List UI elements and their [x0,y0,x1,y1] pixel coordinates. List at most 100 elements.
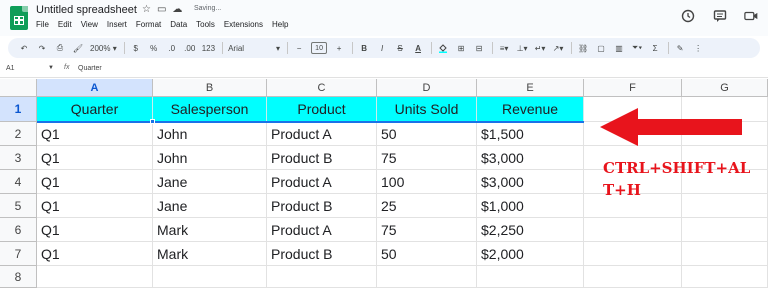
data-cell[interactable]: Q1 [37,122,153,146]
zoom-select[interactable]: 200% ▾ [90,40,117,56]
menu-view[interactable]: View [81,20,98,29]
data-cell[interactable]: Product A [267,218,377,242]
column-header-b[interactable]: B [153,79,267,97]
data-cell[interactable]: Mark [153,218,267,242]
row-header-5[interactable]: 5 [0,194,37,218]
print-icon[interactable]: ⎙ [54,40,66,56]
menu-format[interactable]: Format [136,20,161,29]
data-cell[interactable]: $1,500 [477,122,584,146]
meet-icon[interactable] [744,8,760,24]
borders-icon[interactable]: ⊞ [455,40,467,56]
header-cell[interactable]: Revenue [477,97,584,122]
text-rotation-icon[interactable]: ↗▾ [552,40,564,56]
insert-link-icon[interactable]: ⛓ [577,40,589,56]
data-cell[interactable]: Product B [267,242,377,266]
empty-cell[interactable] [682,218,768,242]
menu-edit[interactable]: Edit [58,20,72,29]
column-header-c[interactable]: C [267,79,377,97]
insert-comment-icon[interactable]: ▢ [595,40,607,56]
header-cell[interactable]: Quarter [37,97,153,122]
sheets-logo-icon[interactable] [10,6,28,30]
document-title[interactable]: Untitled spreadsheet [36,4,137,16]
column-header-e[interactable]: E [477,79,584,97]
empty-cell[interactable] [377,266,477,288]
data-cell[interactable]: Q1 [37,146,153,170]
data-cell[interactable]: 50 [377,242,477,266]
insert-chart-icon[interactable]: ▥ [613,40,625,56]
horizontal-align-icon[interactable]: ≡▾ [498,40,510,56]
empty-cell[interactable] [682,242,768,266]
data-cell[interactable]: 75 [377,146,477,170]
menu-file[interactable]: File [36,20,49,29]
decrease-font-size-icon[interactable]: − [293,40,305,56]
number-format-button[interactable]: 123 [202,40,215,56]
name-box[interactable]: A1 [6,65,15,72]
row-header-2[interactable]: 2 [0,122,37,146]
data-cell[interactable]: $1,000 [477,194,584,218]
data-cell[interactable]: 75 [377,218,477,242]
data-cell[interactable]: John [153,122,267,146]
data-cell[interactable]: Product B [267,146,377,170]
comments-icon[interactable] [712,8,728,24]
data-cell[interactable]: Q1 [37,170,153,194]
data-cell[interactable]: 25 [377,194,477,218]
decrease-decimal-button[interactable]: .0 [166,40,178,56]
header-cell[interactable]: Salesperson [153,97,267,122]
undo-icon[interactable]: ↶ [18,40,30,56]
fill-handle[interactable] [150,119,155,124]
vertical-align-icon[interactable]: ⊥▾ [516,40,528,56]
empty-cell[interactable] [153,266,267,288]
font-family-select[interactable]: Arial ▾ [228,40,280,56]
header-cell[interactable]: Units Sold [377,97,477,122]
menu-help[interactable]: Help [272,20,288,29]
data-cell[interactable]: Mark [153,242,267,266]
empty-cell[interactable] [584,218,682,242]
data-cell[interactable]: Jane [153,170,267,194]
menu-extensions[interactable]: Extensions [224,20,263,29]
data-cell[interactable]: 50 [377,122,477,146]
data-cell[interactable]: Q1 [37,242,153,266]
paint-format-icon[interactable]: 🖌 [72,40,84,56]
cloud-status-icon[interactable]: ☁ [172,4,182,15]
data-cell[interactable]: Product B [267,194,377,218]
move-folder-icon[interactable]: ▭ [157,4,166,15]
font-size-input[interactable]: 10 [311,42,328,54]
filter-icon[interactable]: ⏷▾ [631,40,643,56]
data-cell[interactable]: Q1 [37,194,153,218]
row-header-1[interactable]: 1 [0,97,37,122]
version-history-icon[interactable] [680,8,696,24]
italic-button[interactable]: I [376,40,388,56]
column-header-d[interactable]: D [377,79,477,97]
redo-icon[interactable]: ↷ [36,40,48,56]
increase-decimal-button[interactable]: .00 [184,40,196,56]
empty-cell[interactable] [682,266,768,288]
data-cell[interactable]: $2,250 [477,218,584,242]
formula-input[interactable]: Quarter [78,65,102,72]
data-cell[interactable]: Jane [153,194,267,218]
text-wrap-icon[interactable]: ↵▾ [534,40,546,56]
row-header-3[interactable]: 3 [0,146,37,170]
data-cell[interactable]: Product A [267,170,377,194]
data-cell[interactable]: 100 [377,170,477,194]
empty-cell[interactable] [477,266,584,288]
strikethrough-button[interactable]: S [394,40,406,56]
merge-cells-icon[interactable]: ⊟ [473,40,485,56]
menu-tools[interactable]: Tools [196,20,215,29]
data-cell[interactable]: $3,000 [477,146,584,170]
data-cell[interactable]: Q1 [37,218,153,242]
column-header-g[interactable]: G [682,79,768,97]
empty-cell[interactable] [584,242,682,266]
row-header-7[interactable]: 7 [0,242,37,266]
data-cell[interactable]: John [153,146,267,170]
percent-format-button[interactable]: % [148,40,160,56]
menu-insert[interactable]: Insert [107,20,127,29]
star-icon[interactable]: ☆ [142,4,151,15]
more-options-icon[interactable]: ⋮ [692,40,704,56]
input-tools-icon[interactable]: ✎ [674,40,686,56]
row-header-6[interactable]: 6 [0,218,37,242]
text-color-button[interactable]: A [412,40,424,56]
menu-data[interactable]: Data [170,20,187,29]
select-all-corner[interactable] [0,79,37,97]
fill-color-icon[interactable] [437,40,449,56]
column-header-a[interactable]: A [37,79,153,97]
